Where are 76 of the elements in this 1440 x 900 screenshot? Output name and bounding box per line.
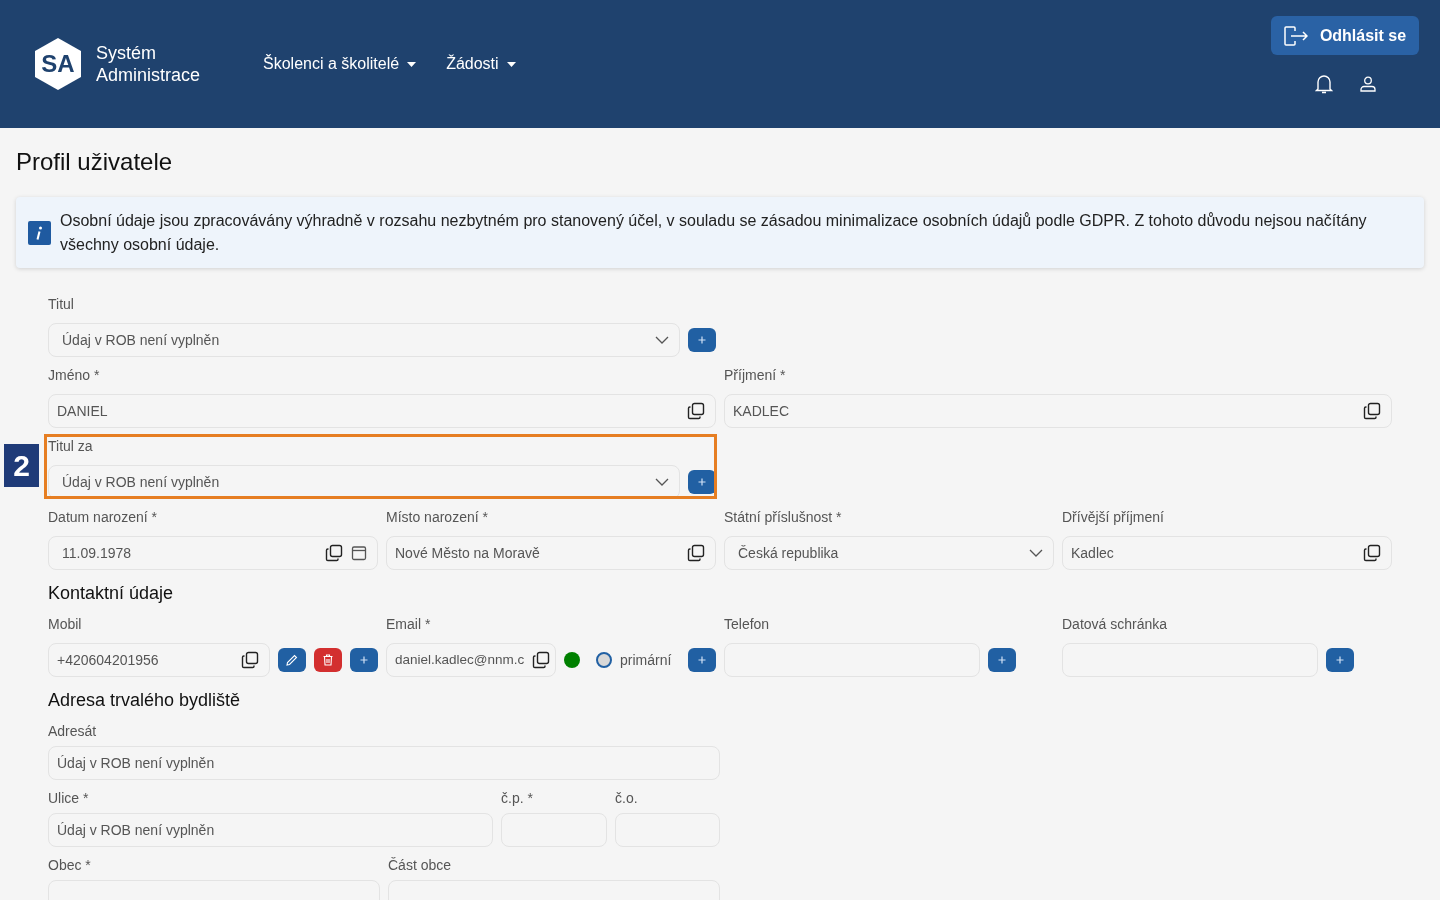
input-field[interactable]: +420604201956 <box>48 643 270 677</box>
nav-menu[interactable]: Žádosti <box>446 52 516 76</box>
delete-button[interactable] <box>314 648 342 672</box>
add-button[interactable] <box>688 328 716 352</box>
pencil-icon <box>286 654 298 666</box>
caret-icon <box>407 61 417 67</box>
field-label: Státní příslušnost * <box>724 508 843 527</box>
edit-button[interactable] <box>278 648 306 672</box>
field-label: Mobil <box>48 615 83 634</box>
logo[interactable]: SA <box>35 38 81 90</box>
field-label: Titul <box>48 295 75 314</box>
add-button[interactable] <box>988 648 1016 672</box>
copy-icon[interactable] <box>687 402 705 420</box>
add-button[interactable] <box>1326 648 1354 672</box>
plus-icon <box>998 656 1006 664</box>
nav-menu[interactable]: Školenci a školitelé <box>263 52 417 76</box>
section-heading: Adresa trvalého bydliště <box>48 689 242 712</box>
caret-icon <box>506 61 516 67</box>
user-icon[interactable] <box>1360 76 1376 92</box>
field-label: Datum narození * <box>48 508 158 527</box>
input-field[interactable]: Kadlec <box>1062 536 1392 570</box>
input-field[interactable]: Nové Město na Moravě <box>386 536 716 570</box>
chevron-down-icon <box>655 336 669 344</box>
select-field[interactable]: Údaj v ROB není vyplněn <box>48 465 680 499</box>
input-field[interactable]: daniel.kadlec@nnm.c <box>386 643 556 677</box>
select-field[interactable]: Česká republika <box>724 536 1054 570</box>
field-label: Příjmení * <box>724 366 787 385</box>
page-title: Profil uživatele <box>16 147 174 177</box>
input-field[interactable]: Údaj v ROB není vyplněn <box>48 813 493 847</box>
copy-icon[interactable] <box>532 651 550 669</box>
plus-icon <box>360 656 368 664</box>
add-button[interactable] <box>350 648 378 672</box>
chevron-down-icon <box>655 478 669 486</box>
field-label: Email * <box>386 615 432 634</box>
date-field[interactable]: 11.09.1978 <box>48 536 378 570</box>
field-label: Datová schránka <box>1062 615 1169 634</box>
section-heading: Kontaktní údaje <box>48 582 175 605</box>
field-label: Telefon <box>724 615 771 634</box>
chevron-down-icon <box>1029 549 1043 557</box>
field-label: Dřívější příjmení <box>1062 508 1165 527</box>
select-field[interactable]: Údaj v ROB není vyplněn <box>48 323 680 357</box>
field-label: Ulice * <box>48 789 90 808</box>
copy-icon[interactable] <box>241 651 259 669</box>
input-field[interactable]: Údaj v ROB není vyplněn <box>48 746 720 780</box>
field-label: Adresát <box>48 722 98 741</box>
field-label: Místo narození * <box>386 508 489 527</box>
plus-icon <box>698 656 706 664</box>
primary-radio[interactable] <box>596 652 612 668</box>
copy-icon[interactable] <box>687 544 705 562</box>
app-name: Systém <box>96 42 157 64</box>
field-label: Část obce <box>388 856 453 875</box>
add-button[interactable] <box>688 470 716 494</box>
copy-icon[interactable] <box>1363 544 1381 562</box>
calendar-icon[interactable] <box>351 545 367 561</box>
info-text: Osobní údaje jsou zpracovávány výhradně v rozsahu nezbytném pro stanovený účel, v souladu se zásadou minimalizace osobních údajů podle GDPR. Z tohoto důvodu nejsou načítány všechny osobní údaje. <box>60 210 1368 255</box>
plus-icon <box>698 478 706 486</box>
add-button[interactable] <box>688 648 716 672</box>
logout-button[interactable]: Odhlásit se <box>1271 16 1419 55</box>
input-field[interactable]: KADLEC <box>724 394 1392 428</box>
notification-bell-icon[interactable] <box>1315 74 1333 94</box>
field-label: č.p. * <box>501 789 534 808</box>
copy-icon[interactable] <box>325 544 343 562</box>
plus-icon <box>1336 656 1344 664</box>
field-label: Obec * <box>48 856 92 875</box>
logout-icon <box>1283 25 1308 46</box>
field-label: č.o. <box>615 789 639 808</box>
field-label: Titul za <box>48 437 94 456</box>
radio-label: primární <box>620 650 672 670</box>
input-field[interactable]: DANIEL <box>48 394 716 428</box>
info-icon <box>28 220 51 245</box>
plus-icon <box>698 336 706 344</box>
copy-icon[interactable] <box>1363 402 1381 420</box>
step-badge: 2 <box>4 444 39 487</box>
trash-icon <box>323 654 333 666</box>
field-label: Jméno * <box>48 366 101 385</box>
app-name: Administrace <box>96 64 201 86</box>
